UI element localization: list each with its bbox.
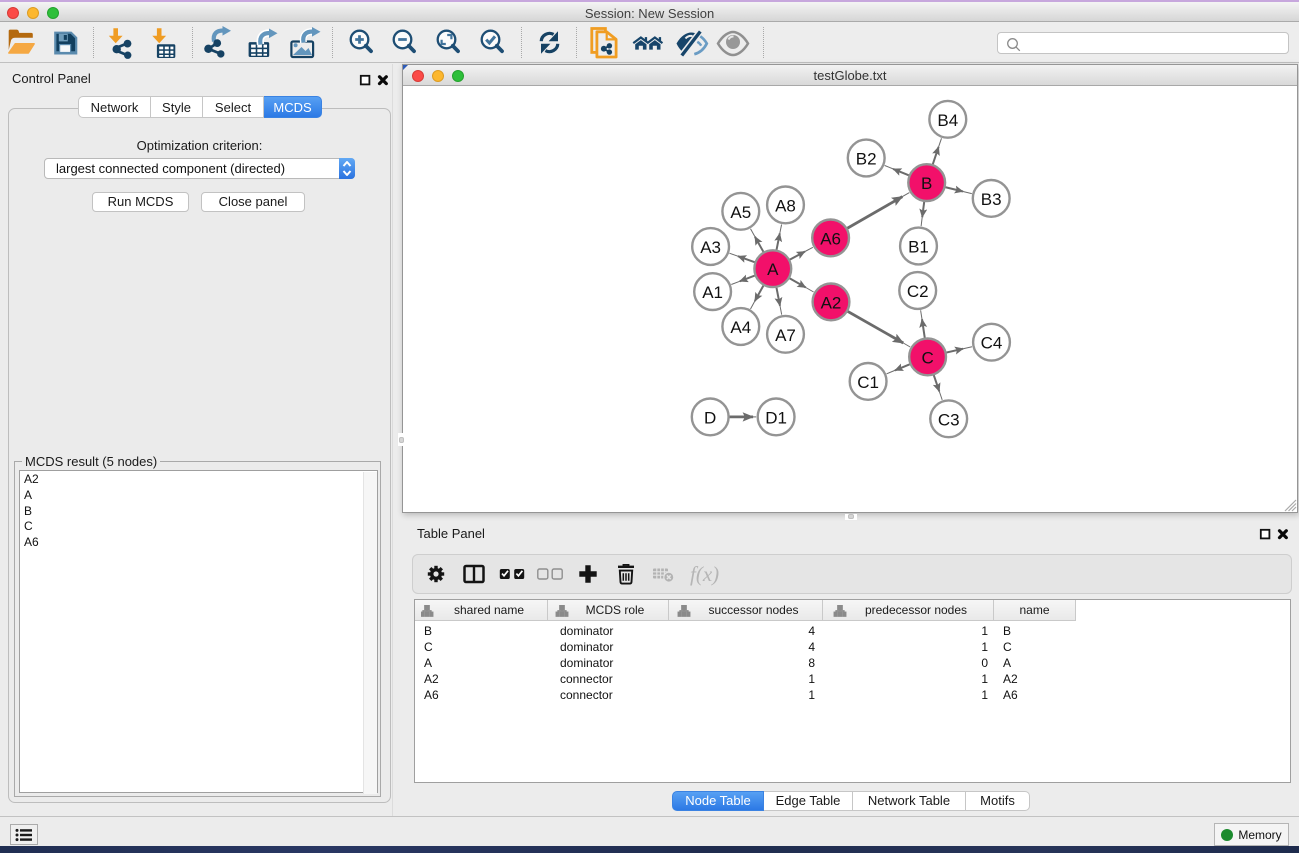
svg-text:C4: C4 xyxy=(981,334,1003,353)
svg-text:A7: A7 xyxy=(775,326,796,345)
svg-text:A4: A4 xyxy=(730,318,751,337)
svg-text:A5: A5 xyxy=(730,203,751,222)
svg-text:B1: B1 xyxy=(908,238,929,257)
svg-text:B4: B4 xyxy=(937,111,958,130)
svg-text:C: C xyxy=(921,348,933,367)
svg-text:B: B xyxy=(921,174,932,193)
svg-text:A3: A3 xyxy=(700,238,721,257)
svg-text:A2: A2 xyxy=(821,293,842,312)
svg-text:A6: A6 xyxy=(820,229,841,248)
svg-text:C3: C3 xyxy=(938,410,960,429)
svg-text:A: A xyxy=(767,260,779,279)
svg-text:C1: C1 xyxy=(857,373,879,392)
svg-text:B3: B3 xyxy=(981,190,1002,209)
svg-text:B2: B2 xyxy=(856,150,877,169)
svg-text:C2: C2 xyxy=(907,282,929,301)
svg-text:f(x): f(x) xyxy=(690,562,719,586)
svg-text:D1: D1 xyxy=(765,408,787,427)
svg-text:A1: A1 xyxy=(702,283,723,302)
svg-text:D: D xyxy=(704,408,716,427)
svg-text:A8: A8 xyxy=(775,196,796,215)
